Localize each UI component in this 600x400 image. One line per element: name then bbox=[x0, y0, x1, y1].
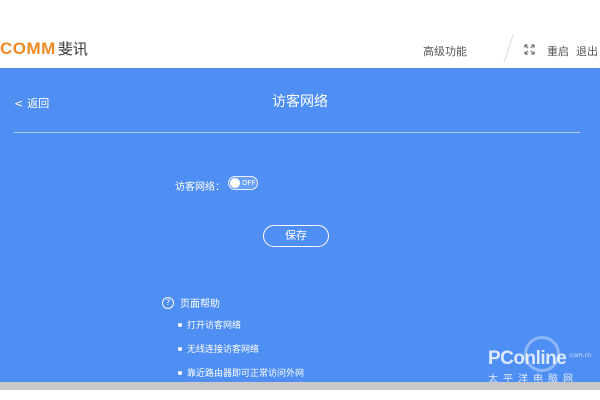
page-help-header: ? 页面帮助 bbox=[162, 295, 220, 310]
top-header: COMM 斐讯 高级功能 重启 退出 bbox=[0, 0, 600, 68]
help-item-text: 靠近路由器即可正常访问外网 bbox=[187, 369, 305, 379]
nav-restart[interactable]: 重启 bbox=[547, 43, 569, 59]
logo-cn-text: 斐讯 bbox=[57, 40, 88, 58]
footer-strip bbox=[0, 390, 600, 400]
help-item: 靠近路由器即可正常访问外网 bbox=[178, 366, 304, 379]
help-item-text: 打开访客网络 bbox=[187, 321, 242, 331]
watermark-domain: .com.cn bbox=[568, 352, 592, 359]
help-title: 页面帮助 bbox=[180, 299, 220, 310]
brand-logo[interactable]: COMM 斐讯 bbox=[0, 38, 88, 60]
nav-exit[interactable]: 退出 bbox=[576, 43, 598, 59]
content-panel: < 返回 访客网络 访客网络： OFF 保存 ? 页面帮助 打开访客网络 无线连… bbox=[0, 68, 600, 382]
footer-bar bbox=[0, 382, 600, 390]
help-item: 打开访客网络 bbox=[178, 318, 241, 331]
guest-network-toggle[interactable]: OFF bbox=[228, 176, 258, 190]
toggle-state-text: OFF bbox=[242, 179, 256, 187]
guest-network-label: 访客网络： bbox=[175, 182, 225, 193]
toggle-knob bbox=[230, 178, 240, 188]
watermark-cn: 太平洋电脑网 bbox=[488, 374, 578, 382]
help-item-text: 无线连接访客网络 bbox=[187, 345, 260, 355]
page-title: 访客网络 bbox=[272, 94, 328, 110]
help-item: 无线连接访客网络 bbox=[178, 342, 259, 355]
save-button[interactable]: 保存 bbox=[263, 225, 329, 247]
watermark-brand: PConline bbox=[488, 348, 567, 369]
bullet-icon bbox=[178, 346, 182, 351]
bullet-icon bbox=[178, 322, 182, 327]
bullet-icon bbox=[178, 370, 182, 375]
pconline-watermark: PConline .com.cn 太平洋电脑网 bbox=[488, 336, 598, 382]
nav-divider bbox=[503, 34, 514, 64]
title-divider bbox=[14, 132, 580, 133]
nav-advanced-functions[interactable]: 高级功能 bbox=[423, 43, 467, 59]
help-icon: ? bbox=[162, 296, 174, 309]
logo-brand-text: COMM bbox=[0, 39, 56, 58]
fullscreen-icon[interactable] bbox=[524, 44, 535, 55]
